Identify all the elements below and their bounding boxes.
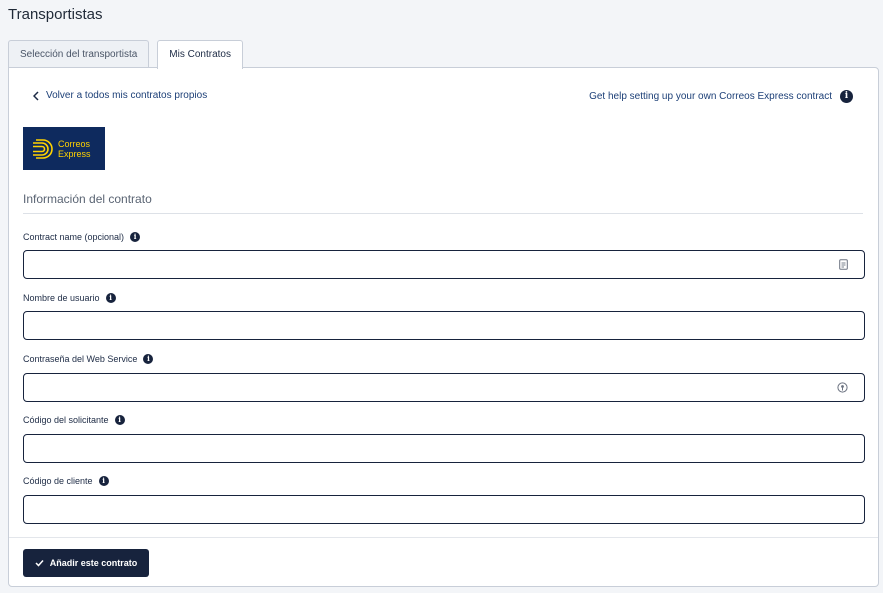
requester-code-label-text: Código del solicitante xyxy=(23,415,109,425)
username-label: Nombre de usuario i xyxy=(23,293,116,303)
info-icon: i xyxy=(114,415,125,425)
username-input[interactable] xyxy=(24,312,864,339)
carrier-logo: Correos Express xyxy=(23,127,105,170)
info-icon: i xyxy=(105,293,116,303)
webservice-password-field[interactable] xyxy=(23,373,865,402)
requester-code-field[interactable] xyxy=(23,434,865,463)
client-code-label: Código de cliente i xyxy=(23,476,109,486)
help-link[interactable]: Get help setting up your own Correos Exp… xyxy=(589,90,853,103)
logo-line-2: Express xyxy=(58,148,91,159)
contract-name-label-text: Contract name (opcional) xyxy=(23,232,125,242)
contact-card-icon[interactable] xyxy=(839,259,848,270)
tab-my-contracts[interactable]: Mis Contratos xyxy=(157,40,243,69)
contract-panel: Volver a todos mis contratos propios Get… xyxy=(8,67,879,587)
requester-code-input[interactable] xyxy=(24,435,864,462)
back-link[interactable]: Volver a todos mis contratos propios xyxy=(33,90,207,101)
client-code-label-text: Código de cliente xyxy=(23,476,93,486)
tab-carrier-selection[interactable]: Selección del transportista xyxy=(8,40,150,68)
username-field[interactable] xyxy=(23,311,865,340)
client-code-field[interactable] xyxy=(23,495,865,524)
section-title: Información del contrato xyxy=(23,192,152,206)
requester-code-label: Código del solicitante i xyxy=(23,415,125,425)
add-contract-button[interactable]: Añadir este contrato xyxy=(23,549,149,577)
page-title: Transportistas xyxy=(8,6,103,23)
username-label-text: Nombre de usuario xyxy=(23,293,100,303)
chevron-left-icon xyxy=(33,90,39,101)
correos-express-logo-icon xyxy=(33,138,53,159)
client-code-input[interactable] xyxy=(24,496,864,523)
contract-name-field[interactable] xyxy=(23,250,865,279)
add-contract-button-label: Añadir este contrato xyxy=(49,558,138,568)
contract-name-label: Contract name (opcional) i xyxy=(23,232,141,242)
password-key-icon[interactable] xyxy=(837,382,848,393)
back-link-label: Volver a todos mis contratos propios xyxy=(46,90,208,101)
logo-line-1: Correos xyxy=(58,138,91,149)
info-icon: i xyxy=(130,232,141,242)
info-icon: i xyxy=(98,476,109,486)
help-link-label: Get help setting up your own Correos Exp… xyxy=(589,91,832,102)
check-icon xyxy=(35,559,44,567)
footer-divider xyxy=(9,537,878,538)
webservice-password-label-text: Contraseña del Web Service xyxy=(23,354,138,364)
contract-name-input[interactable] xyxy=(24,251,864,278)
webservice-password-input[interactable] xyxy=(24,374,864,401)
webservice-password-label: Contraseña del Web Service i xyxy=(23,354,154,364)
info-icon: i xyxy=(143,354,154,364)
tab-bar: Selección del transportista Mis Contrato… xyxy=(8,40,251,69)
section-divider xyxy=(23,213,863,214)
info-icon: i xyxy=(840,90,853,103)
